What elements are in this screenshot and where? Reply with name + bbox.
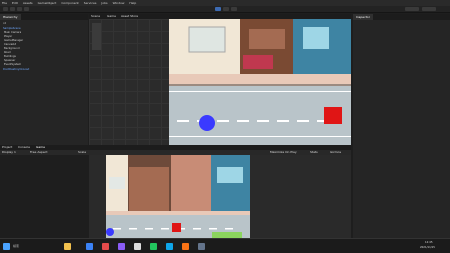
hand-tool-icon[interactable] xyxy=(3,7,8,11)
tab-asset-store[interactable]: Asset Store xyxy=(121,14,138,18)
tab-scene[interactable]: Scene xyxy=(91,14,100,18)
tab-inspector[interactable]: Inspector xyxy=(353,14,373,20)
hierarchy-item[interactable]: Road xyxy=(4,51,11,54)
clock-date: 2021/11/15 xyxy=(420,246,435,249)
inspector-panel: Inspector xyxy=(353,14,450,238)
visual-studio-icon[interactable] xyxy=(118,243,125,250)
tab-project[interactable]: Project xyxy=(2,145,12,149)
inspector-tabbar: Inspector xyxy=(353,14,450,20)
scale-tool-icon[interactable] xyxy=(24,7,29,11)
obstacle-square xyxy=(324,107,342,124)
app-orange-icon[interactable] xyxy=(182,243,189,250)
scene-level-art xyxy=(92,19,351,145)
taskbar-search[interactable]: 検索 xyxy=(13,244,19,248)
rotate-tool-icon[interactable] xyxy=(17,7,22,11)
move-tool-icon[interactable] xyxy=(10,7,15,11)
game-view[interactable] xyxy=(89,155,351,238)
hierarchy-dontdestroy[interactable]: DontDestroyOnLoad xyxy=(3,68,29,71)
unity-icon[interactable] xyxy=(134,243,141,250)
tab-game[interactable]: Game xyxy=(36,145,45,149)
hierarchy-item[interactable]: CanvasUI xyxy=(4,43,16,46)
layout-dropdown[interactable] xyxy=(422,7,436,11)
hierarchy-item[interactable]: Main Camera xyxy=(4,31,21,34)
layers-dropdown[interactable] xyxy=(405,7,419,11)
hierarchy-tabbar: Hierarchy xyxy=(0,14,88,20)
pause-button[interactable] xyxy=(223,7,229,11)
display-dropdown[interactable]: Display 1 xyxy=(2,150,16,154)
scene-view[interactable] xyxy=(89,19,351,145)
game-obstacle-square xyxy=(172,223,181,232)
hierarchy-item[interactable]: GameManager xyxy=(4,39,23,42)
start-icon[interactable] xyxy=(3,243,10,250)
clock-time: 12:45 xyxy=(425,241,433,244)
tab-hierarchy[interactable]: Hierarchy xyxy=(0,14,21,20)
hierarchy-item[interactable]: Buildings xyxy=(4,55,16,58)
aspect-dropdown[interactable]: Free Aspect xyxy=(30,150,48,154)
app-red-icon[interactable] xyxy=(102,243,109,250)
hierarchy-item[interactable]: Background xyxy=(4,47,19,50)
folder-icon[interactable] xyxy=(64,243,71,250)
main-toolbar xyxy=(0,6,450,13)
maximize-on-play-toggle[interactable]: Maximize On Play xyxy=(270,150,297,154)
step-button[interactable] xyxy=(231,7,237,11)
hierarchy-scene-root[interactable]: SampleScene xyxy=(3,27,21,30)
app-gray-icon[interactable] xyxy=(198,243,205,250)
app-blue-icon[interactable] xyxy=(166,243,173,250)
gizmos-dropdown[interactable]: Gizmos xyxy=(330,150,341,154)
windows-taskbar: 検索 12:45 2021/11/15 xyxy=(0,238,450,253)
hierarchy-item[interactable]: Spawner xyxy=(4,59,15,62)
hierarchy-search[interactable]: All xyxy=(3,22,6,25)
player-circle xyxy=(199,115,215,131)
tab-game-top[interactable]: Game xyxy=(107,14,116,18)
app-green-icon[interactable] xyxy=(150,243,157,250)
unity-editor-window: File Edit Assets GameObject Component Se… xyxy=(0,0,450,253)
play-button[interactable] xyxy=(215,7,221,11)
game-player-circle xyxy=(106,228,114,236)
scale-slider[interactable]: Scale xyxy=(78,150,86,154)
tab-console[interactable]: Console xyxy=(18,145,30,149)
stats-toggle[interactable]: Stats xyxy=(310,150,318,154)
edge-icon[interactable] xyxy=(86,243,93,250)
hierarchy-item[interactable]: Player xyxy=(4,35,12,38)
hierarchy-panel: Hierarchy All SampleScene Main Camera Pl… xyxy=(0,14,88,145)
game-level-art xyxy=(106,155,250,238)
hierarchy-item[interactable]: EventSystem xyxy=(4,63,21,66)
